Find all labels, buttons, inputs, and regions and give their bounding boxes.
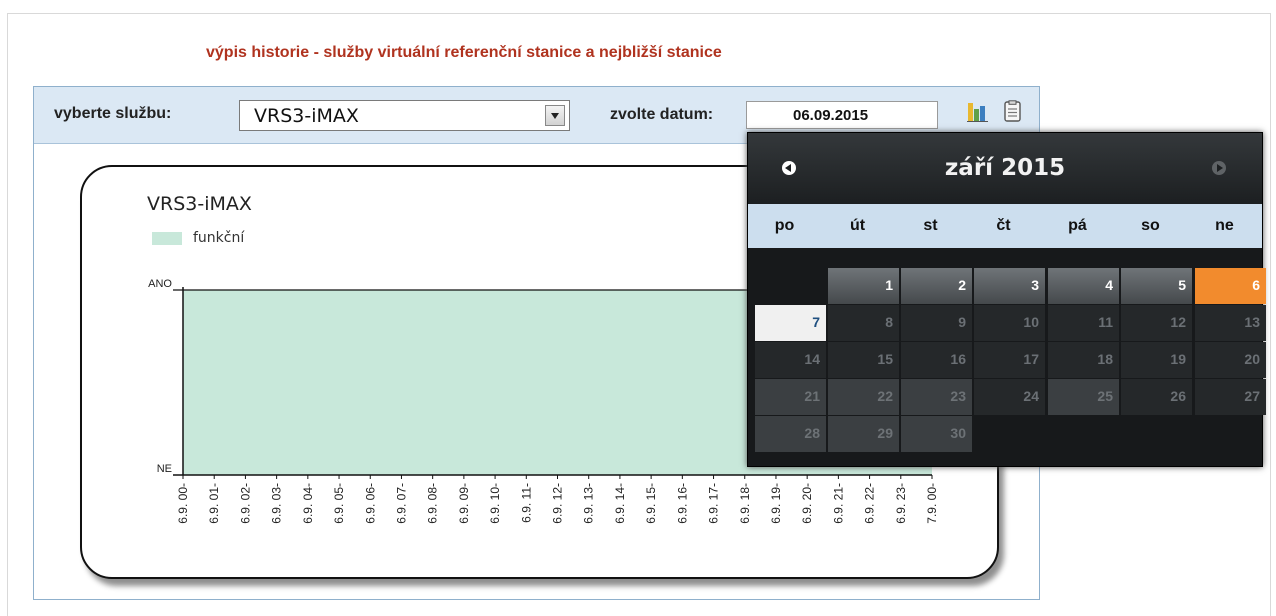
x-tick-label: 7.9. 00- [925,483,939,524]
calendar-day[interactable]: 17 [974,342,1045,378]
calendar-day-today[interactable]: 7 [755,305,826,341]
x-tick-label: 6.9. 01- [207,483,221,524]
calendar-day[interactable]: 13 [1195,305,1266,341]
x-tick-label: 6.9. 19- [769,483,783,524]
calendar-day[interactable]: 14 [755,342,826,378]
weekday-label: st [923,217,938,234]
calendar-day[interactable]: 9 [901,305,972,341]
calendar-day[interactable]: 8 [828,305,899,341]
x-tick-label: 6.9. 12- [551,483,565,524]
weekday-label: út [849,217,866,234]
x-tick-label: 6.9. 11- [519,483,533,523]
x-tick-label: 6.9. 09- [457,483,471,524]
calendar-day[interactable]: 15 [828,342,899,378]
x-tick-label: 6.9. 05- [332,483,346,524]
x-tick-label: 6.9. 10- [488,483,502,524]
x-tick-label: 6.9. 16- [675,483,689,524]
x-tick-label: 6.9. 17- [707,483,721,524]
calendar-day[interactable]: 22 [828,379,899,415]
weekday-label: po [774,217,795,234]
x-tick-label: 6.9. 18- [738,483,752,524]
x-tick-label: 6.9. 15- [644,483,658,524]
weekday-label: ne [1215,217,1234,234]
calendar-day[interactable]: 21 [755,379,826,415]
x-tick-label: 6.9. 07- [394,483,408,524]
calendar-day[interactable]: 30 [901,416,972,452]
calendar-day[interactable]: 10 [974,305,1045,341]
calendar-day[interactable]: 20 [1195,342,1266,378]
calendar-day[interactable]: 23 [901,379,972,415]
date-picker-calendar: září 2015 po út st čt pá so ne 1 2 3 4 5 6 7 8 9 10 11 12… [747,132,1266,467]
calendar-day[interactable]: 28 [755,416,826,452]
calendar-day[interactable]: 19 [1121,342,1192,378]
x-tick-label: 6.9. 21- [831,483,845,524]
calendar-day[interactable]: 12 [1121,305,1192,341]
calendar-day-selected[interactable]: 6 [1195,268,1266,304]
calendar-day[interactable]: 2 [901,268,972,304]
x-tick-label: 6.9. 13- [582,483,596,524]
y-label-ne: NE [157,463,172,475]
x-tick-label: 6.9. 22- [863,483,877,524]
calendar-month-title: září 2015 [944,155,1066,181]
x-tick-label: 6.9. 06- [363,483,377,524]
weekday-label: pá [1068,217,1087,234]
calendar-day[interactable]: 5 [1121,268,1192,304]
next-month-icon[interactable] [1212,161,1226,175]
x-tick-label: 6.9. 02- [238,483,252,524]
x-tick-label: 6.9. 14- [613,483,627,524]
calendar-day[interactable]: 11 [1048,305,1119,341]
x-tick-label: 6.9. 04- [301,483,315,524]
calendar-day[interactable]: 26 [1121,379,1192,415]
calendar-day[interactable]: 18 [1048,342,1119,378]
calendar-day[interactable]: 29 [828,416,899,452]
x-tick-label: 6.9. 20- [800,483,814,524]
x-tick-label: 6.9. 23- [894,483,908,524]
calendar-day[interactable]: 25 [1048,379,1119,415]
x-tick-label: 6.9. 03- [270,483,284,524]
weekday-label: čt [996,217,1011,234]
calendar-day[interactable]: 24 [974,379,1045,415]
x-tick-label: 6.9. 08- [426,483,440,524]
calendar-day[interactable]: 16 [901,342,972,378]
x-tick-label: 6.9. 00- [176,483,190,524]
weekday-label: so [1141,217,1160,234]
weekday-header-row: po út st čt pá so ne [748,204,1262,248]
y-label-ano: ANO [148,278,172,290]
calendar-day[interactable]: 27 [1195,379,1266,415]
calendar-day[interactable]: 3 [974,268,1045,304]
calendar-day[interactable]: 1 [828,268,899,304]
previous-month-icon[interactable] [782,161,796,175]
calendar-day[interactable]: 4 [1048,268,1119,304]
